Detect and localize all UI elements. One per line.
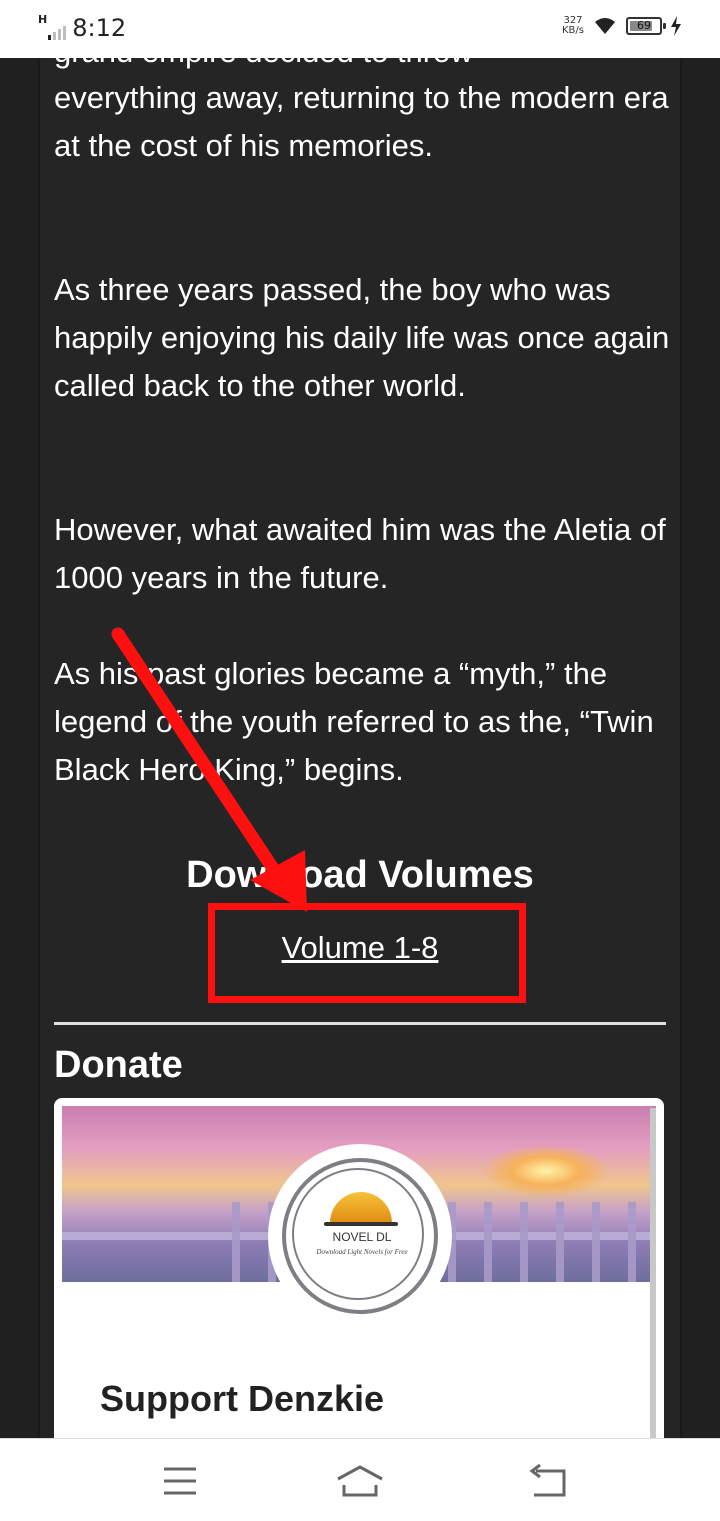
highlight-box [208, 903, 526, 1003]
article-paragraph-1: everything away, returning to the modern… [54, 80, 669, 163]
download-volumes-heading: Download Volumes [186, 854, 534, 896]
status-right: 327 KB/s 69 [562, 16, 682, 36]
article-paragraph-2: As three years passed, the boy who was h… [54, 272, 670, 403]
battery-level: 69 [637, 19, 651, 32]
net-speed: 327 KB/s [562, 16, 584, 36]
menu-icon[interactable] [150, 1461, 210, 1501]
book-icon [324, 1222, 398, 1226]
signal-icon [48, 16, 67, 40]
article-paragraph-3: However, what awaited him was the Aletia… [54, 512, 666, 595]
status-bar: H 8:12 327 KB/s 69 [0, 0, 720, 58]
article-paragraph-4: As his past glories became a “myth,” the… [54, 656, 654, 787]
logo-title: NOVEL DL [332, 1230, 392, 1244]
system-nav-bar [0, 1438, 720, 1521]
home-icon[interactable] [330, 1461, 390, 1501]
logo-outer-circle: NOVEL DL Download Light Novels for Free [282, 1158, 438, 1314]
status-left: H 8:12 [38, 14, 126, 42]
donate-heading: Donate [54, 1044, 183, 1086]
support-title: Support Denzkie [100, 1378, 385, 1419]
network-type: H [38, 13, 48, 26]
donate-card[interactable]: NOVEL DL Download Light Novels for Free … [54, 1098, 664, 1458]
charging-icon [671, 16, 681, 36]
logo-subtitle: Download Light Novels for Free [316, 1248, 408, 1256]
clock: 8:12 [72, 14, 127, 42]
back-icon[interactable] [520, 1461, 580, 1501]
section-divider [54, 1022, 666, 1025]
sunset-glow [486, 1146, 606, 1196]
novel-dl-logo: NOVEL DL Download Light Novels for Free [272, 1148, 448, 1324]
battery-icon: 69 [626, 17, 666, 35]
net-speed-unit: KB/s [562, 25, 584, 36]
card-scrollbar[interactable] [650, 1108, 656, 1448]
wifi-icon [595, 18, 615, 34]
